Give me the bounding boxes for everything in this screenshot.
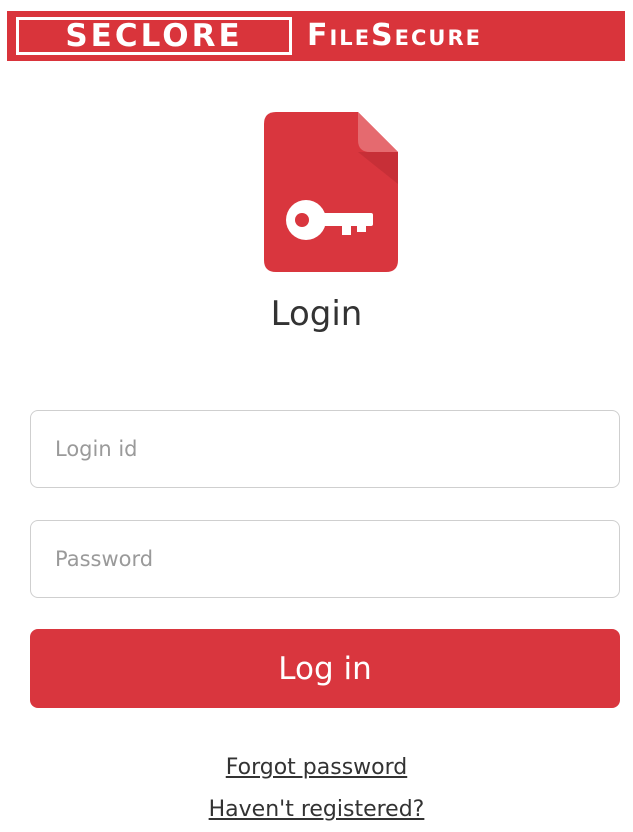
document-key-icon [264, 112, 398, 272]
forgot-password-row: Forgot password [0, 753, 633, 783]
login-button[interactable]: Log in [30, 629, 620, 708]
login-id-input[interactable] [30, 410, 620, 488]
register-row: Haven't registered? [0, 795, 633, 825]
page-title: Login [270, 294, 363, 334]
password-input[interactable] [30, 520, 620, 598]
login-page: SECLORE FileSecure Login Log in Forgot p… [0, 0, 633, 832]
product-name: FileSecure [307, 18, 482, 53]
company-logo: SECLORE [16, 17, 292, 55]
brand-banner: SECLORE FileSecure [7, 11, 625, 61]
forgot-password-link[interactable]: Forgot password [226, 755, 407, 780]
register-link[interactable]: Haven't registered? [209, 797, 425, 822]
